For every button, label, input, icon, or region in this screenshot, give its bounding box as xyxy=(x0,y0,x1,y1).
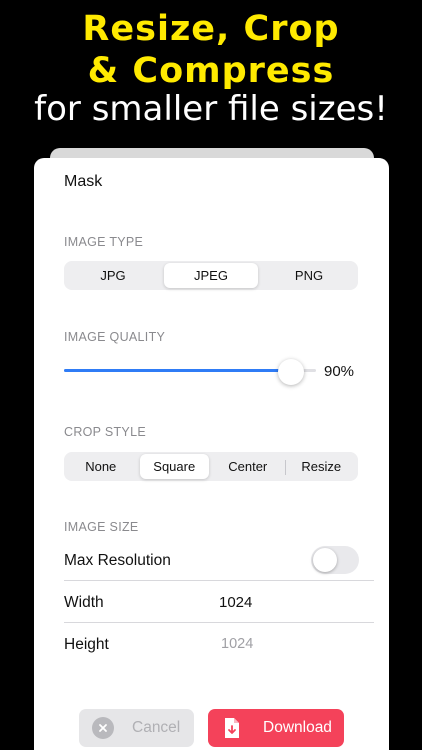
image-quality-label: IMAGE QUALITY xyxy=(64,330,166,344)
image-type-segmented-control: JPG JPEG PNG xyxy=(64,261,358,290)
cancel-button-label: Cancel xyxy=(132,719,181,736)
image-type-jpeg[interactable]: JPEG xyxy=(164,263,258,288)
headline-line-2: & Compress xyxy=(87,51,335,91)
image-type-label: IMAGE TYPE xyxy=(64,235,144,249)
image-size-label: IMAGE SIZE xyxy=(64,520,139,534)
close-circle-icon xyxy=(92,717,114,739)
max-resolution-toggle[interactable] xyxy=(311,546,359,574)
image-quality-slider[interactable] xyxy=(64,359,316,385)
crop-style-square[interactable]: Square xyxy=(139,454,209,479)
download-button-label: Download xyxy=(263,719,332,736)
crop-style-label: CROP STYLE xyxy=(64,425,146,439)
image-type-jpg[interactable]: JPG xyxy=(66,263,160,288)
cancel-button[interactable]: Cancel xyxy=(79,709,194,747)
width-label: Width xyxy=(64,594,104,611)
crop-style-none[interactable]: None xyxy=(66,454,136,479)
slider-fill xyxy=(64,369,291,372)
crop-style-segmented-control: None Square Center Resize xyxy=(64,452,358,481)
headline-line-1: Resize, Crop xyxy=(82,9,340,49)
height-row: Height 1024 xyxy=(64,624,374,665)
headline-line-3: for smaller file sizes! xyxy=(34,89,388,129)
settings-sheet: Mask IMAGE TYPE JPG JPEG PNG IMAGE QUALI… xyxy=(34,158,389,750)
max-resolution-label: Max Resolution xyxy=(64,552,171,569)
crop-style-center[interactable]: Center xyxy=(213,454,283,479)
toggle-knob xyxy=(313,548,337,572)
crop-style-resize[interactable]: Resize xyxy=(284,454,357,479)
height-label: Height xyxy=(64,636,109,653)
file-download-icon xyxy=(221,717,243,739)
width-input[interactable]: 1024 xyxy=(219,594,252,611)
height-input[interactable]: 1024 xyxy=(221,636,253,652)
download-button[interactable]: Download xyxy=(208,709,344,747)
max-resolution-row: Max Resolution xyxy=(64,540,374,581)
slider-thumb[interactable] xyxy=(277,359,304,385)
sheet-title: Mask xyxy=(64,173,103,190)
image-type-png[interactable]: PNG xyxy=(262,263,356,288)
width-row: Width 1024 xyxy=(64,582,374,623)
image-quality-value: 90% xyxy=(324,363,355,380)
